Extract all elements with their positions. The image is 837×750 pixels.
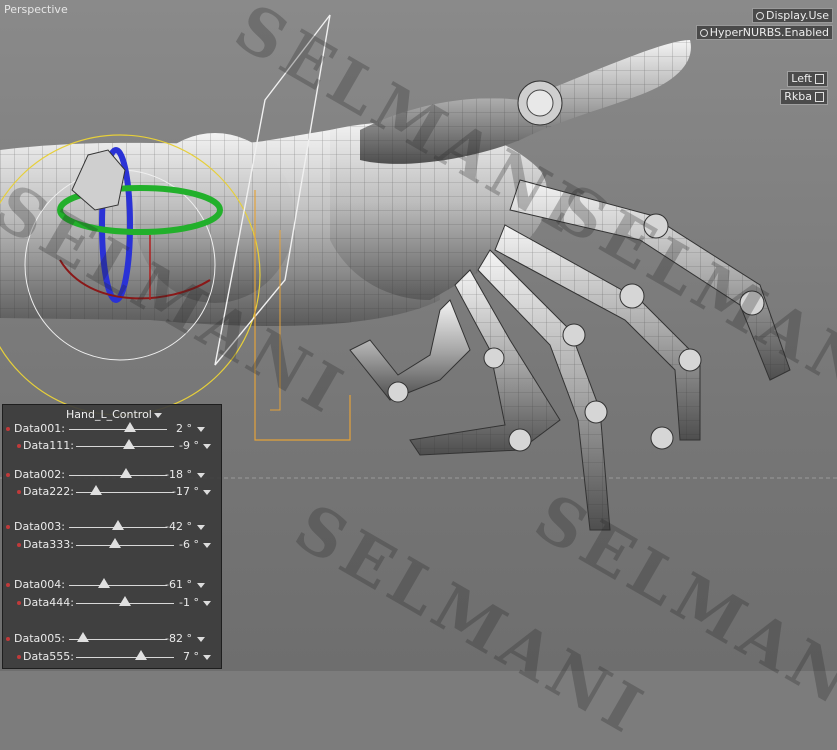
slider-value[interactable]: -6 ° (159, 538, 199, 551)
keyframe-dot-icon[interactable] (17, 490, 21, 494)
slider-label: Data333: (23, 538, 74, 551)
slider-thumb[interactable] (135, 650, 147, 660)
pin-icon (700, 29, 708, 37)
keyframe-dot-icon[interactable] (6, 473, 10, 477)
slider-label: Data444: (23, 596, 74, 609)
sub-slider-row[interactable]: Data111: -9 ° (3, 439, 221, 453)
slider-thumb[interactable] (109, 538, 121, 548)
keyframe-dot-icon[interactable] (17, 444, 21, 448)
slider-thumb[interactable] (90, 485, 102, 495)
panel-title: Hand_L_Control (66, 408, 152, 421)
hypernurbs-label: HyperNURBS.Enabled (710, 26, 829, 39)
sub-slider-row[interactable]: Data333: -6 ° (3, 538, 221, 552)
slider-label: Data111: (23, 439, 74, 452)
slider-thumb[interactable] (119, 596, 131, 606)
slider-row[interactable]: Data002: -18 ° (3, 468, 221, 482)
hand-control-panel: Hand_L_Control Data001:2 °Data111:-9 °Da… (2, 404, 222, 669)
slider-row[interactable]: Data004: -61 ° (3, 578, 221, 592)
keyframe-dot-icon[interactable] (17, 601, 21, 605)
slider-label: Data002: (14, 468, 65, 481)
camera-left-button[interactable]: Left (787, 71, 828, 87)
chevron-down-icon[interactable] (197, 427, 205, 432)
sub-slider-row[interactable]: Data222: -17 ° (3, 485, 221, 499)
chevron-down-icon[interactable] (203, 490, 211, 495)
panel-title-dropdown[interactable]: Hand_L_Control (66, 408, 162, 421)
chevron-down-icon[interactable] (197, 637, 205, 642)
slider-value[interactable]: -18 ° (152, 468, 192, 481)
slider-thumb[interactable] (98, 578, 110, 588)
chevron-down-icon[interactable] (203, 655, 211, 660)
slider-thumb[interactable] (112, 520, 124, 530)
pin-icon (756, 12, 764, 20)
keyframe-dot-icon[interactable] (17, 655, 21, 659)
slider-value[interactable]: -61 ° (152, 578, 192, 591)
slider-value[interactable]: 2 ° (152, 422, 192, 435)
camera-rkba-button[interactable]: Rkba (780, 89, 828, 105)
slider-value[interactable]: -9 ° (159, 439, 199, 452)
keyframe-dot-icon[interactable] (17, 543, 21, 547)
slider-label: Data003: (14, 520, 65, 533)
lock-icon (815, 92, 824, 102)
sub-slider-row[interactable]: Data444: -1 ° (3, 596, 221, 610)
chevron-down-icon[interactable] (197, 583, 205, 588)
camera-left-label: Left (791, 72, 812, 85)
display-use-indicator[interactable]: Display.Use (752, 8, 833, 23)
sub-slider-row[interactable]: Data555: 7 ° (3, 650, 221, 664)
slider-value[interactable]: -17 ° (159, 485, 199, 498)
chevron-down-icon[interactable] (203, 601, 211, 606)
slider-row[interactable]: Data005: -82 ° (3, 632, 221, 646)
slider-value[interactable]: -82 ° (152, 632, 192, 645)
chevron-down-icon[interactable] (203, 444, 211, 449)
keyframe-dot-icon[interactable] (6, 525, 10, 529)
slider-label: Data222: (23, 485, 74, 498)
keyframe-dot-icon[interactable] (6, 637, 10, 641)
slider-thumb[interactable] (120, 468, 132, 478)
slider-value[interactable]: 7 ° (159, 650, 199, 663)
chevron-down-icon (154, 413, 162, 418)
slider-thumb[interactable] (123, 439, 135, 449)
slider-label: Data004: (14, 578, 65, 591)
display-use-label: Display.Use (766, 9, 829, 22)
camera-rkba-label: Rkba (784, 90, 812, 103)
slider-label: Data001: (14, 422, 65, 435)
slider-row[interactable]: Data003: -42 ° (3, 520, 221, 534)
keyframe-dot-icon[interactable] (6, 583, 10, 587)
lock-icon (815, 74, 824, 84)
chevron-down-icon[interactable] (197, 525, 205, 530)
slider-thumb[interactable] (77, 632, 89, 642)
slider-label: Data005: (14, 632, 65, 645)
keyframe-dot-icon[interactable] (6, 427, 10, 431)
chevron-down-icon[interactable] (197, 473, 205, 478)
slider-thumb[interactable] (124, 422, 136, 432)
hypernurbs-indicator[interactable]: HyperNURBS.Enabled (696, 25, 833, 40)
chevron-down-icon[interactable] (203, 543, 211, 548)
slider-value[interactable]: -42 ° (152, 520, 192, 533)
slider-row[interactable]: Data001: 2 ° (3, 422, 221, 436)
viewport-title: Perspective (4, 3, 68, 16)
slider-label: Data555: (23, 650, 74, 663)
slider-value[interactable]: -1 ° (159, 596, 199, 609)
